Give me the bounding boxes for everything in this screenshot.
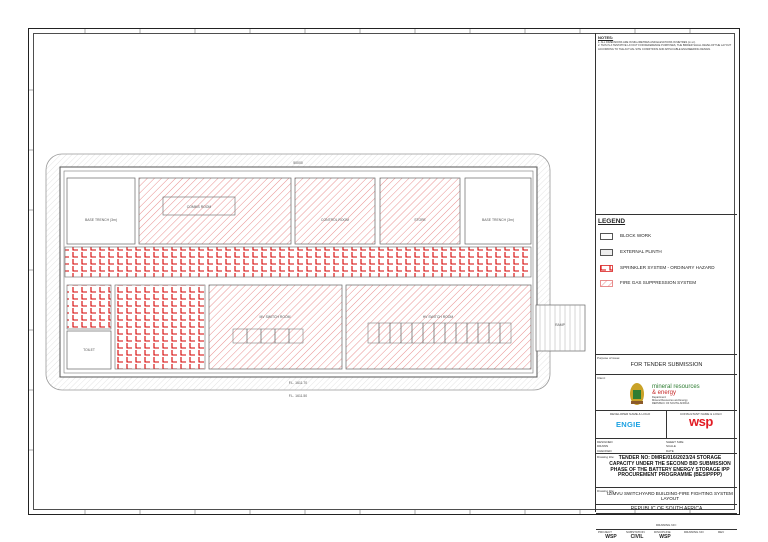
- block-swatch: [600, 233, 613, 240]
- drawing-title-text: TENDER NO: DMRE/016/2023/24 STORAGE CAPA…: [609, 455, 731, 479]
- label-ramp: RAMP: [555, 323, 566, 327]
- legend-label: FIRE GAS SUPPRESSION SYSTEM: [620, 280, 697, 285]
- country-panel: REPUBLIC OF SOUTH AFRICA: [596, 505, 737, 514]
- developer-label: DEVELOPER NAME & LOGO: [610, 412, 651, 416]
- note-2: 2. THIS IS A TENTATIVE LAYOUT FOR REFERE…: [598, 44, 732, 51]
- logos-panel: DEVELOPER NAME & LOGO CONSULTANT NAME & …: [596, 411, 737, 439]
- corridor-sprinkler: [64, 246, 532, 278]
- label-comms: COMMS ROOM: [187, 205, 212, 209]
- title-block: NOTES: 1. ALL DIMENSIONS ARE IN MILLIMET…: [595, 33, 737, 540]
- client-logo-text: mineral resources & energy Department: M…: [652, 384, 700, 405]
- dim-fl1: F.L. 1611.70: [289, 381, 308, 385]
- room-small-sprinkler: [66, 284, 112, 330]
- label-toilet: TOILET: [83, 348, 95, 352]
- legend-item-plinth: EXTERNAL PLINTH: [598, 248, 733, 258]
- coat-of-arms-icon: [630, 383, 644, 405]
- rev-date: DATE: [666, 448, 674, 453]
- room-hv-switch: [345, 284, 532, 370]
- engie-logo: ENGIE: [616, 420, 641, 429]
- country-text: REPUBLIC OF SOUTH AFRICA: [630, 506, 703, 512]
- notes-text: 1. ALL DIMENSIONS ARE IN MILLIMETRES AND…: [598, 41, 733, 51]
- val-discipline: WSP: [659, 534, 671, 540]
- room-comms: [138, 177, 292, 245]
- purpose-value: FOR TENDER SUBMISSION: [630, 362, 703, 368]
- hdr-discipline: DISCIPLINE: [654, 529, 671, 534]
- legend-label: SPRINKLER SYSTEM - ORDINARY HAZARD: [620, 265, 715, 270]
- dim-top: 50000: [293, 161, 303, 165]
- ramp: [535, 304, 586, 352]
- label-base-right: BASE TRENCH (3m): [482, 218, 514, 222]
- room-mv-switch: [208, 284, 343, 370]
- drawing-subtitle-text: IZIMVU SWITCHYARD BUILDING-FIRE FIGHTING…: [607, 491, 733, 502]
- client-sub-3: REPUBLIC OF SOUTH AFRICA: [652, 402, 690, 405]
- hdr-substation: SUBSTATION: [626, 529, 645, 534]
- purpose-label: Purpose of issue:: [597, 356, 621, 360]
- label-store: STORE: [414, 218, 426, 222]
- wsp-logo: wsp: [689, 414, 713, 429]
- room-sprinkler-mid: [114, 284, 206, 370]
- val-substation: CIVIL: [630, 534, 644, 540]
- label-mv: MV SWITCH ROOM: [260, 315, 291, 319]
- rev-sheet-size: SHEET SIZE: [666, 439, 684, 444]
- hdr-drawing-no: DRAWING NO: [684, 529, 704, 534]
- room-store: [379, 177, 461, 245]
- notes-title: NOTES:: [598, 35, 614, 40]
- sprinkler-swatch: [600, 265, 613, 272]
- purpose-panel: Purpose of issue: FOR TENDER SUBMISSION: [596, 355, 737, 375]
- plinth-swatch: [600, 249, 613, 256]
- rev-designed: DESIGNED: [597, 439, 613, 444]
- notes-panel: NOTES: 1. ALL DIMENSIONS ARE IN MILLIMET…: [596, 33, 737, 215]
- legend-panel: LEGEND BLOCK WORK EXTERNAL PLINTH SPRINK…: [596, 215, 737, 355]
- legend-title: LEGEND: [598, 218, 626, 225]
- legend-item-sprinkler: SPRINKLER SYSTEM - ORDINARY HAZARD: [598, 264, 733, 274]
- room-ctrl: [294, 177, 376, 245]
- drawing-subtitle-panel: Drawing title: IZIMVU SWITCHYARD BUILDIN…: [596, 488, 737, 505]
- drawing-no-label: DRAWING NO:: [656, 523, 677, 527]
- dim-fl2: F.L. 1611.50: [289, 394, 308, 398]
- room-base-trench-left: [66, 177, 136, 245]
- legend-label: BLOCK WORK: [620, 233, 652, 238]
- label-base-left: BASE TRENCH (3m): [85, 218, 117, 222]
- drawing-sheet: BASE TRENCH (3m) BASE TRENCH (3m) COMMS …: [0, 0, 768, 542]
- client-panel: Client: mineral resources & energy Depar…: [596, 375, 737, 411]
- hdr-rev: REV: [718, 529, 725, 534]
- drawing-title-panel: Drawing title: TENDER NO: DMRE/016/2023/…: [596, 454, 737, 488]
- label-hv: HV SWITCH ROOM: [423, 315, 454, 319]
- client-label: Client:: [597, 376, 606, 380]
- legend-item-gas: FIRE GAS SUPPRESSION SYSTEM: [598, 279, 733, 289]
- rev-scale: SCALE: [666, 444, 676, 448]
- val-project: WSP: [605, 534, 617, 540]
- legend-label: EXTERNAL PLINTH: [620, 249, 662, 254]
- revision-table: DESIGNED SHEET SIZE DRAWN SCALE CHECKED …: [596, 439, 737, 454]
- hdr-project: PROJECT: [598, 529, 613, 534]
- label-ctrl: CONTROL ROOM: [321, 218, 349, 222]
- rev-drawn: DRAWN: [597, 444, 609, 448]
- legend-item-block: BLOCK WORK: [598, 232, 733, 242]
- gas-swatch: [600, 280, 613, 287]
- rev-checked: CHECKED: [597, 448, 612, 453]
- room-base-trench-right: [464, 177, 532, 245]
